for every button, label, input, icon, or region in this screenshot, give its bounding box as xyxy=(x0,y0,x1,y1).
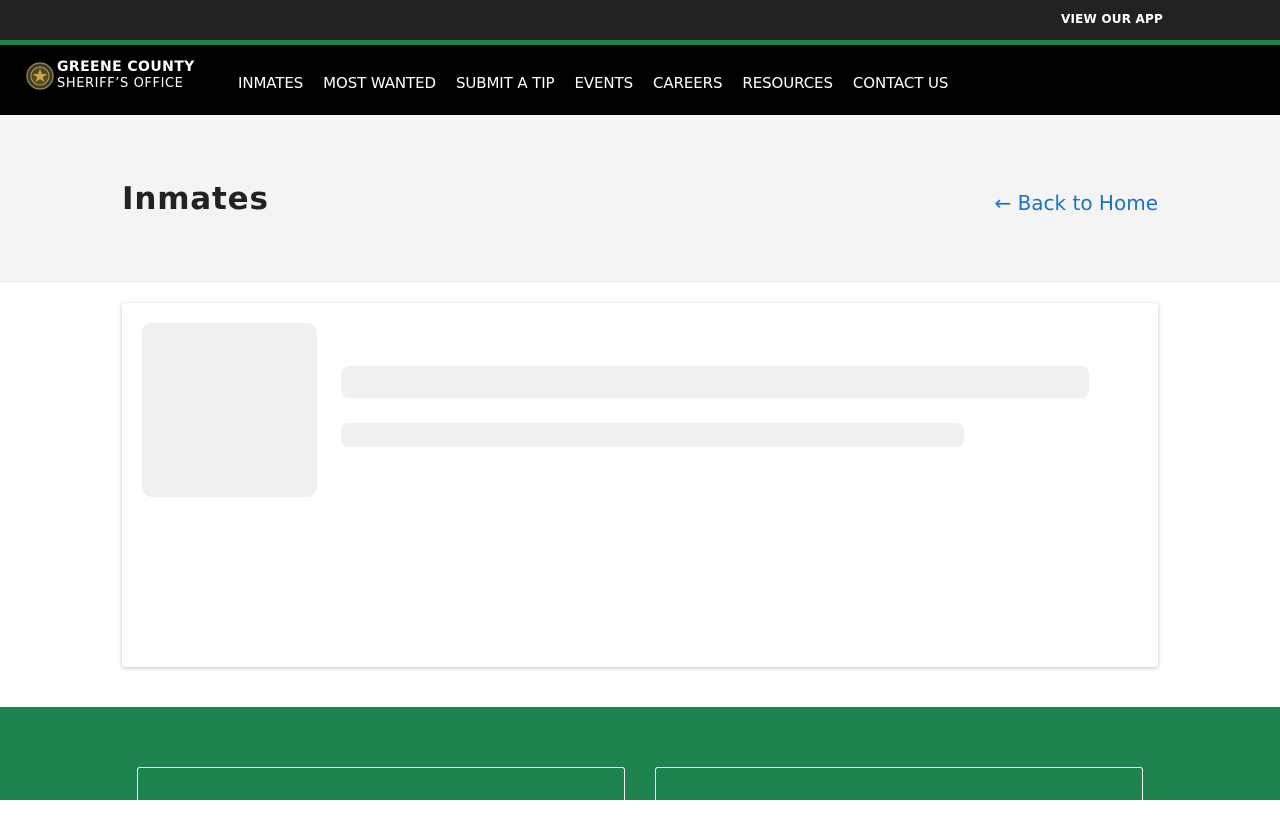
back-to-home-link[interactable]: ← Back to Home xyxy=(994,191,1158,215)
nav-contact-us[interactable]: CONTACT US xyxy=(853,74,949,92)
footer-panel-right xyxy=(655,767,1143,827)
nav-resources[interactable]: RESOURCES xyxy=(742,74,833,92)
site-footer xyxy=(0,707,1280,827)
skeleton-photo-placeholder xyxy=(142,323,317,497)
logo-title: GREENE COUNTY xyxy=(57,59,195,75)
nav-events[interactable]: EVENTS xyxy=(575,74,634,92)
page-header: Inmates ← Back to Home xyxy=(0,115,1280,283)
nav-submit-a-tip[interactable]: SUBMIT A TIP xyxy=(456,74,555,92)
top-bar: VIEW OUR APP xyxy=(0,0,1280,40)
nav-inmates[interactable]: INMATES xyxy=(238,74,303,92)
inmate-card-skeleton xyxy=(122,303,1158,667)
skeleton-text-line xyxy=(341,366,1089,398)
skeleton-text-line xyxy=(341,423,964,447)
main-navbar: GREENE COUNTY SHERIFF’S OFFICE INMATES M… xyxy=(0,45,1280,115)
view-our-app-link[interactable]: VIEW OUR APP xyxy=(1061,12,1163,26)
footer-panel-left xyxy=(137,767,625,827)
site-logo[interactable]: GREENE COUNTY SHERIFF’S OFFICE xyxy=(26,57,196,95)
logo-subtitle: SHERIFF’S OFFICE xyxy=(57,76,184,91)
primary-nav: INMATES MOST WANTED SUBMIT A TIP EVENTS … xyxy=(238,74,968,92)
nav-most-wanted[interactable]: MOST WANTED xyxy=(323,74,436,92)
nav-careers[interactable]: CAREERS xyxy=(653,74,722,92)
sheriff-badge-icon xyxy=(26,62,54,90)
page-title: Inmates xyxy=(122,181,269,217)
